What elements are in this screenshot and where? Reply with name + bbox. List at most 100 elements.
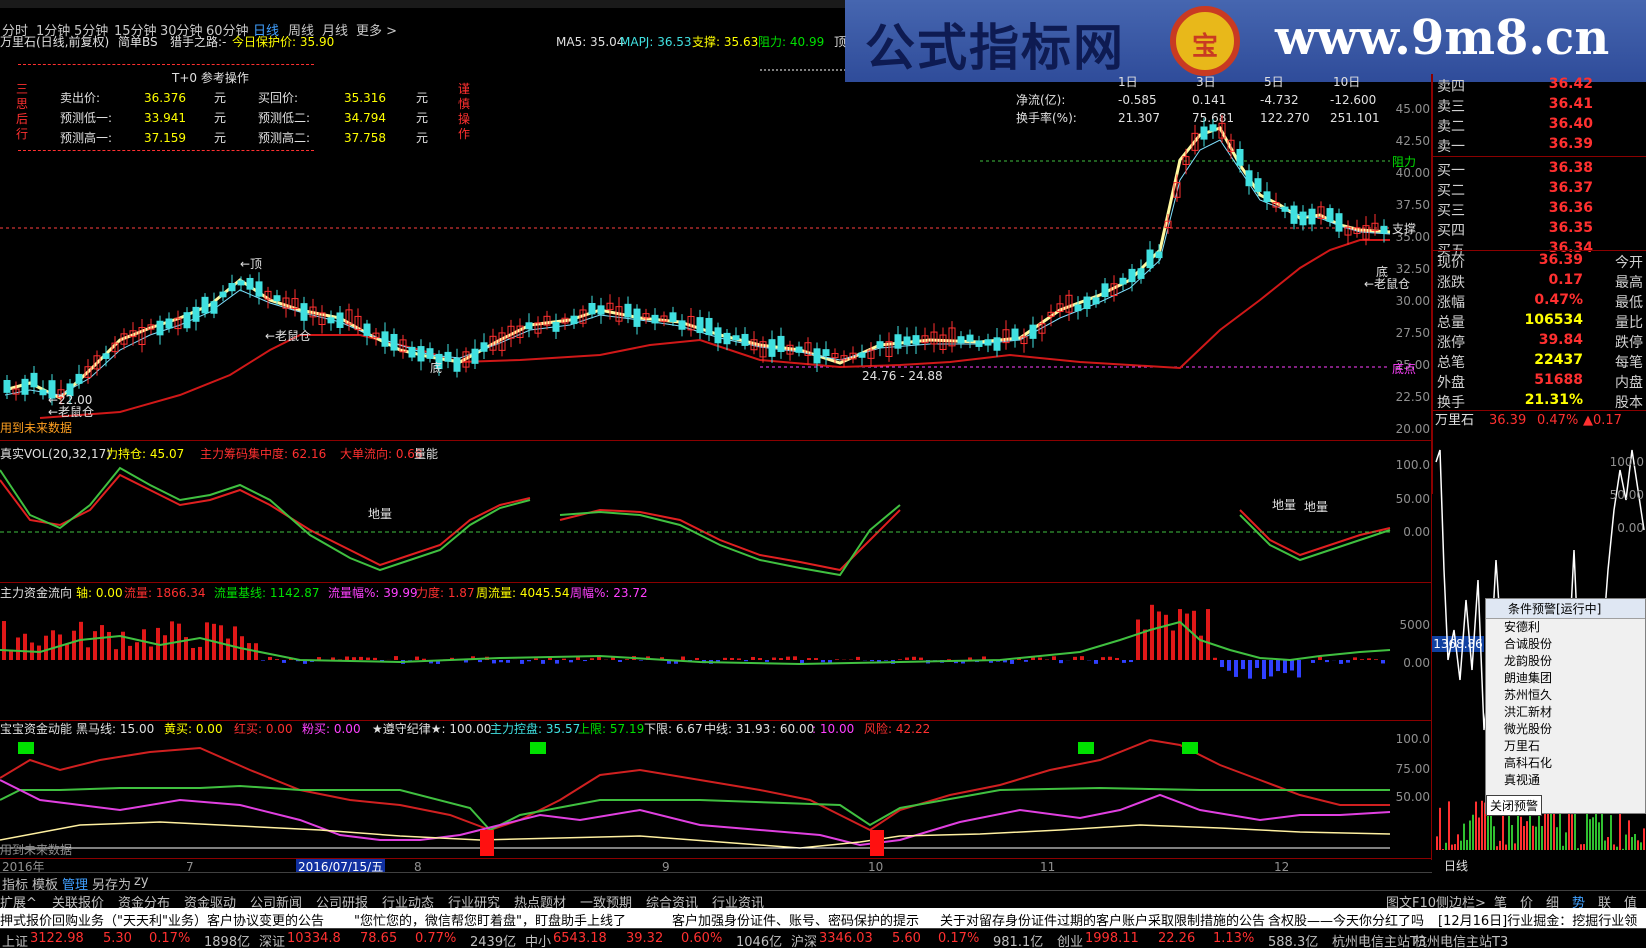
index-status-item: 1998.11 (1085, 931, 1139, 946)
alert-stock-item[interactable]: 洪汇新材 (1486, 704, 1645, 721)
flow-bar (1283, 660, 1287, 674)
bao-param: 红买: 0.00 (234, 722, 293, 736)
alert-stock-item[interactable]: 微光股份 (1486, 721, 1645, 738)
quote-label: 涨停 (1437, 335, 1465, 351)
news-item[interactable]: 客户加强身份证件、账号、密码保护的提示 (672, 910, 919, 929)
candle-body (273, 295, 281, 302)
index-status-item: 杭州电信主站T3 (1332, 935, 1427, 948)
mini-volume-bar (1637, 840, 1639, 850)
candle-body (453, 357, 461, 372)
mini-volume-bar (1607, 837, 1609, 850)
mini-volume-bar (1568, 812, 1570, 850)
quote-label: 卖二 (1437, 119, 1465, 135)
candle-body (183, 312, 191, 329)
alert-stock-item[interactable]: 苏州恒久 (1486, 687, 1645, 704)
mini-volume-bar (1442, 849, 1444, 850)
mini-volume-bar (1589, 819, 1591, 850)
mini-volume-bar (1472, 814, 1474, 850)
tab-zy[interactable]: zy (134, 874, 149, 889)
flow-indicator-name[interactable]: 主力资金流向 (0, 585, 72, 601)
alert-stock-item[interactable]: 龙韵股份 (1486, 653, 1645, 670)
candle-body (1245, 170, 1253, 187)
alert-stock-item[interactable]: 朗迪集团 (1486, 670, 1645, 687)
news-ticker: 押式报价回购业务（"天天利"业务）客户协议变更的公告 "您忙您的，微信帮您盯着盘… (0, 908, 1646, 929)
candle-body (255, 281, 263, 297)
candle-body (1092, 297, 1100, 305)
quote-row: 现价 36.39 今开 (1437, 252, 1643, 272)
candle-body (1083, 296, 1091, 310)
flow-bar (1227, 660, 1231, 671)
news-item[interactable]: "您忙您的，微信帮您盯着盘"，盯盘助手上线了 (354, 910, 626, 929)
alert-stock-item[interactable]: 真视通 (1486, 772, 1645, 789)
flow-bar (86, 647, 90, 660)
flow-bar (1311, 660, 1315, 663)
mini-volume-bar (1631, 837, 1633, 850)
candle-body (1326, 208, 1334, 222)
news-item[interactable]: 含权股——今天你分红了吗 (1268, 910, 1424, 929)
bao-indicator-name[interactable]: 宝宝资金动能 (0, 721, 72, 737)
mini-volume-bar (1466, 839, 1468, 850)
flow-bar (1234, 660, 1238, 677)
mini-volume-bar (1559, 811, 1561, 850)
flow-bar (751, 656, 755, 660)
index-status-item: 39.32 (626, 931, 664, 946)
alert-stock-item[interactable]: 万里石 (1486, 738, 1645, 755)
flow-bar (135, 642, 139, 660)
flow-bar (898, 659, 902, 660)
flow-bar (1346, 660, 1350, 663)
candle-body (741, 333, 749, 346)
mini-volume-bar (1454, 844, 1456, 850)
flow-bar (233, 626, 237, 660)
close-alert-button[interactable]: 关闭预警 (1486, 795, 1543, 816)
news-item[interactable]: [12月16日]行业掘金：挖掘行业领 (1438, 910, 1637, 929)
mini-volume-bar (1550, 810, 1552, 850)
vol-param: 量能 (414, 447, 439, 461)
flow-bar (51, 630, 55, 660)
candle-body (813, 348, 821, 364)
index-status-item: 5.60 (892, 931, 921, 946)
flow-axis-label: 0.00 (1403, 656, 1430, 670)
vol-axis-label: 0.00 (1403, 525, 1430, 539)
flow-bar (807, 658, 811, 660)
flow-bar (1129, 660, 1133, 663)
candle-body (597, 305, 605, 315)
candle-body (1146, 249, 1154, 269)
red-buy-bar (480, 830, 494, 856)
mini-volume-bar (1583, 844, 1585, 850)
candle-body (1254, 178, 1262, 192)
alert-stock-item[interactable]: 合诚股份 (1486, 636, 1645, 653)
flow-bar (527, 660, 531, 662)
index-status-item: 3346.03 (819, 931, 873, 946)
quote-label-2: 最高 (1615, 275, 1643, 291)
mini-volume-bar (1487, 814, 1489, 850)
flow-bar (16, 637, 20, 660)
quote-label-2: 跌停 (1615, 335, 1643, 351)
alert-popup[interactable]: 条件预警[运行中] 安德利 合诚股份 龙韵股份 朗迪集团 苏州恒久 洪汇新材 微光股份 万里石… (1485, 598, 1646, 816)
index-status-item: 5.30 (103, 931, 132, 946)
alert-stock-item[interactable]: 安德利 (1486, 619, 1645, 636)
candle-body (1335, 213, 1343, 232)
flow-bar (1031, 657, 1035, 660)
flow-bar (1339, 660, 1343, 664)
quote-value: 36.37 (1548, 180, 1593, 196)
mini-volume-bar (1499, 840, 1501, 850)
candle-body (588, 302, 596, 315)
index-status-item: 22.26 (1158, 931, 1196, 946)
quote-label-2: 量比 (1615, 315, 1643, 331)
alert-popup-title[interactable]: 条件预警[运行中] (1486, 599, 1645, 619)
news-item[interactable]: 关于对留存身份证件过期的客户账户采取限制措施的公告 (940, 910, 1265, 929)
flow-param: 轴: 0.00 (76, 586, 123, 600)
quote-row: 卖四 36.42 (1437, 76, 1643, 96)
quote-row: 换手 21.31% 股本 (1437, 392, 1643, 412)
candle-body (102, 353, 110, 359)
flow-bar (730, 657, 734, 660)
candle-body (327, 317, 335, 324)
flow-bar (639, 660, 643, 661)
alert-stock-item[interactable]: 高科石化 (1486, 755, 1645, 772)
quote-row: 总量 106534 量比 (1437, 312, 1643, 332)
signal-mark (18, 742, 34, 754)
vol-param: 力持仓: 45.07 (106, 447, 185, 461)
vol-indicator-name[interactable]: 真实VOL(20,32,17) (0, 446, 111, 462)
mini-volume-bar (1544, 810, 1546, 850)
news-item[interactable]: 押式报价回购业务（"天天利"业务）客户协议变更的公告 (0, 910, 324, 929)
